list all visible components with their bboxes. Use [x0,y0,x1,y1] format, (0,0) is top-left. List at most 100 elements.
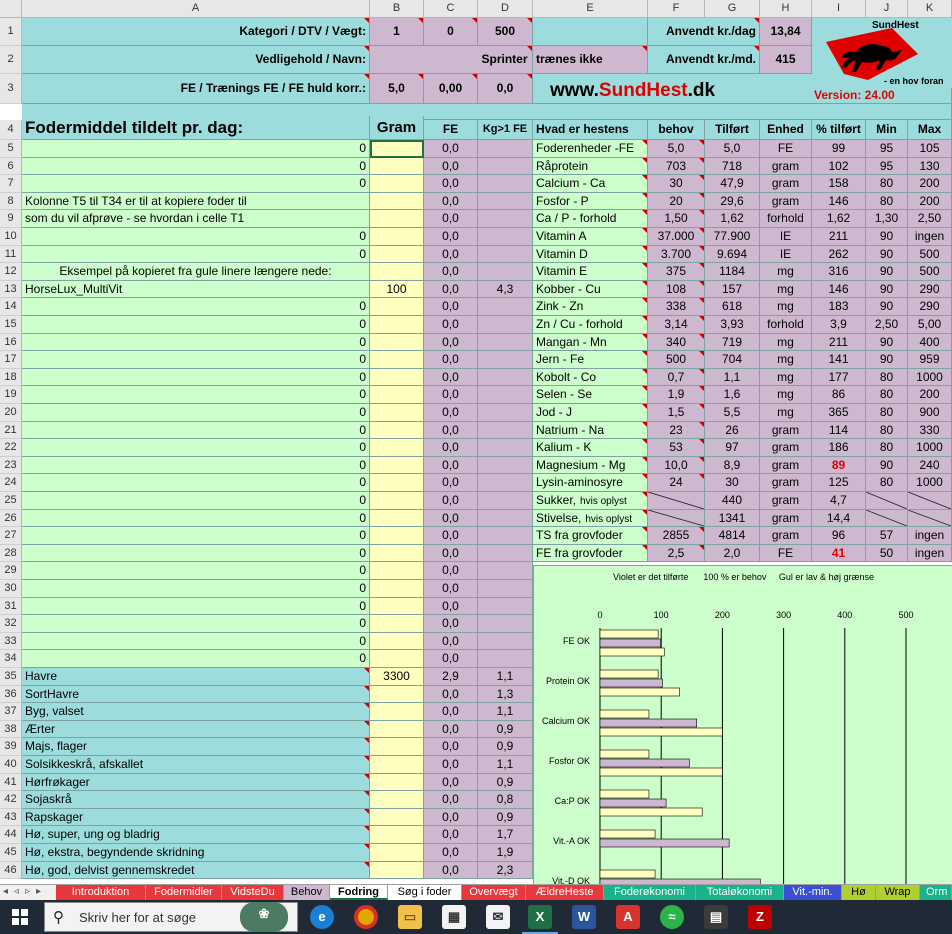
sheet-tab[interactable]: Fodermidler [146,885,222,900]
gram-input[interactable] [370,826,424,844]
column-header-d[interactable]: D [478,0,533,18]
column-header-h[interactable]: H [760,0,812,18]
gram-input[interactable] [370,263,424,281]
row-header[interactable]: 25 [0,492,22,510]
gram-input[interactable] [370,650,424,668]
row-header[interactable]: 44 [0,826,22,844]
calculator-icon[interactable]: ▤ [704,905,728,929]
gram-input[interactable] [370,245,424,264]
gram-input[interactable] [370,386,424,404]
gram-input[interactable] [370,738,424,756]
gram-input[interactable] [370,140,424,158]
gram-input[interactable] [370,773,424,792]
row-header[interactable]: 22 [0,439,22,457]
filezilla-icon[interactable]: Z [748,905,772,929]
column-header-c[interactable]: C [424,0,478,18]
row-header[interactable]: 6 [0,157,22,176]
gram-input[interactable] [370,720,424,739]
row-header[interactable]: 20 [0,404,22,422]
row-header[interactable]: 3 [0,74,22,104]
gram-input[interactable] [370,808,424,827]
row-header[interactable]: 8 [0,192,22,211]
column-header-f[interactable]: F [648,0,705,18]
gram-input[interactable] [370,756,424,774]
row-header[interactable]: 32 [0,615,22,633]
row-header[interactable]: 9 [0,210,22,228]
sheet-tab[interactable]: VidsteDu [222,885,284,900]
row-header[interactable]: 10 [0,228,22,246]
gram-input[interactable] [370,791,424,809]
gram-input[interactable] [370,474,424,492]
tab-nav-first-icon[interactable]: ◂ [3,886,8,897]
gram-input[interactable] [370,192,424,211]
row-header[interactable]: 11 [0,245,22,264]
row-header[interactable]: 40 [0,756,22,774]
sheet-tab[interactable]: Introduktion [56,885,146,900]
tab-nav-next-icon[interactable]: ▹ [25,886,30,897]
row-header[interactable]: 1 [0,18,22,46]
row-header[interactable]: 18 [0,368,22,387]
word-icon[interactable]: W [572,905,596,929]
gram-input[interactable] [370,615,424,633]
gram-input[interactable] [370,861,424,880]
gram-input[interactable] [370,421,424,440]
acrobat-icon[interactable]: A [616,905,640,929]
gram-input[interactable]: 3300 [370,668,424,686]
column-header-k[interactable]: K [908,0,952,18]
row-header[interactable]: 37 [0,703,22,721]
gram-input[interactable] [370,439,424,457]
gram-input[interactable] [370,685,424,704]
select-all-corner[interactable] [0,0,22,18]
row-header[interactable]: 34 [0,650,22,668]
gram-input[interactable] [370,210,424,228]
sheet-tab[interactable]: Søg i foder [388,885,462,900]
row-header[interactable]: 35 [0,668,22,686]
gram-input[interactable] [370,632,424,651]
gram-input[interactable] [370,175,424,193]
sheet-tab[interactable]: Wrap [876,885,920,900]
input-c[interactable]: 0 [424,18,478,46]
column-header-g[interactable]: G [705,0,760,18]
name-field[interactable]: Sprinter [370,46,533,74]
gram-input[interactable] [370,844,424,862]
flower-icon[interactable]: ❀ [240,902,288,932]
sheet-tab[interactable]: ÆldreHeste [526,885,604,900]
input-b[interactable]: 5,0 [370,74,424,104]
tab-nav-last-icon[interactable]: ▸ [36,886,41,897]
sheet-tab[interactable]: Totaløkonomi [696,885,784,900]
row-header[interactable]: 30 [0,580,22,598]
column-header-a[interactable]: A [22,0,370,18]
chrome-icon[interactable] [354,905,378,929]
gram-input[interactable] [370,703,424,721]
row-header[interactable]: 13 [0,280,22,299]
row-header[interactable]: 21 [0,421,22,440]
row-header[interactable]: 15 [0,316,22,334]
edge-icon[interactable]: e [310,905,334,929]
row-header[interactable]: 42 [0,791,22,809]
gram-input[interactable] [370,562,424,580]
row-header[interactable]: 43 [0,808,22,827]
row-header[interactable]: 39 [0,738,22,756]
row-header[interactable]: 17 [0,351,22,369]
sheet-tab[interactable]: Hø [842,885,876,900]
row-header[interactable]: 4 [0,120,22,140]
gram-input[interactable] [370,509,424,528]
mail-icon[interactable]: ✉ [486,905,510,929]
row-header[interactable]: 31 [0,597,22,616]
spreadsheet[interactable]: ABCDEFGHIJK Kategori / DTV / Vægt: 1 0 500 A… [0,0,952,884]
gram-input[interactable] [370,456,424,475]
sheet-tab[interactable]: Vit.-min. [784,885,842,900]
column-header-j[interactable]: J [866,0,908,18]
input-b[interactable]: 1 [370,18,424,46]
gram-input[interactable] [370,333,424,352]
input-c[interactable]: 0,00 [424,74,478,104]
sheet-tab[interactable]: Behov [284,885,330,900]
row-header[interactable]: 38 [0,720,22,739]
row-header[interactable]: 46 [0,861,22,880]
gram-input[interactable]: 100 [370,280,424,299]
row-header[interactable]: 36 [0,685,22,704]
tab-nav-prev-icon[interactable]: ◃ [14,886,19,897]
row-header[interactable]: 45 [0,844,22,862]
row-header[interactable]: 33 [0,632,22,651]
start-icon[interactable] [12,909,28,925]
